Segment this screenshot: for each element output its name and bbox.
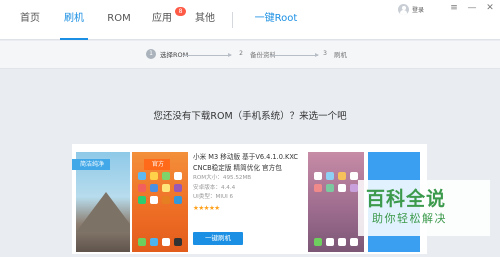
steps-bar: 1 选择ROM 2 备份资料 3 刷机: [0, 41, 500, 69]
tab-home-label: 首页: [20, 13, 40, 24]
app-icon: [350, 184, 358, 192]
tab-rom[interactable]: ROM: [104, 0, 134, 40]
avatar-icon: [398, 3, 409, 15]
app-icon: [338, 172, 346, 180]
app-icon-grid: [314, 172, 358, 192]
watermark-logo: 百科全说 助你轻松解决: [358, 180, 490, 236]
browser-icon: [338, 238, 346, 246]
pure-tag: 简洁纯净: [72, 159, 111, 170]
step-backup: 2 备份资料: [236, 49, 276, 59]
app-icon: [162, 196, 170, 204]
watermark-main-text: 百科全说: [366, 188, 447, 210]
rom-name: 小米 M3 移动版 基于V6.4.1.0.KXC: [193, 153, 298, 161]
app-icon: [174, 196, 182, 204]
rating-stars: ★★★★★: [193, 203, 220, 212]
one-click-root-link[interactable]: 一键Root: [246, 0, 306, 40]
phone-icon: [314, 238, 322, 246]
rom-preview-third[interactable]: [308, 152, 364, 252]
app-icon: [326, 172, 334, 180]
app-icon: [150, 172, 158, 180]
minimize-icon[interactable]: —: [465, 1, 479, 15]
phone-icon: [138, 238, 146, 246]
app-icon: [138, 184, 146, 192]
app-icon: [138, 196, 146, 204]
tab-apps-label: 应用: [152, 13, 172, 24]
top-nav: 首页 刷机 ROM 应用 8 其他 一键Root 登录 ≡ — ✕: [0, 0, 500, 40]
login-button[interactable]: 登录: [398, 2, 424, 16]
step-label: 刷机: [334, 51, 347, 59]
app-icon: [150, 184, 158, 192]
tab-other-label: 其他: [195, 13, 215, 24]
app-icon: [338, 184, 346, 192]
app-icon: [314, 184, 322, 192]
one-click-flash-button[interactable]: 一键刷机: [193, 232, 243, 245]
app-icon: [326, 184, 334, 192]
rom-description: CNCB稳定版 精简优化 官方包: [193, 164, 282, 172]
step-label: 选择ROM: [160, 51, 189, 59]
apps-badge: 8: [175, 7, 186, 16]
rom-size: ROM大小：495.52MB: [193, 175, 252, 181]
app-icon: [174, 172, 182, 180]
step-flash: 3 刷机: [320, 49, 347, 59]
ui-type: UI类型：MIUI 6: [193, 194, 234, 200]
active-tab-indicator: [60, 38, 88, 40]
menu-icon[interactable]: ≡: [447, 1, 461, 15]
tab-rom-label: ROM: [107, 13, 131, 24]
step-select-rom: 1 选择ROM: [146, 49, 188, 59]
app-icon: [150, 196, 158, 204]
step-number: 2: [239, 50, 243, 57]
app-icon: [162, 172, 170, 180]
android-version: 安卓版本：4.4.4: [193, 184, 236, 191]
app-icon: [174, 184, 182, 192]
watermark-sub-text: 助你轻松解决: [372, 212, 447, 225]
mountain-wallpaper-icon: [76, 192, 130, 232]
official-tag: 官方: [144, 159, 171, 170]
nav-divider: [232, 12, 233, 28]
app-icon-grid: [138, 172, 182, 204]
app-icon: [314, 172, 322, 180]
tab-other[interactable]: 其他: [190, 0, 220, 40]
step-number: 1: [146, 49, 156, 59]
close-icon[interactable]: ✕: [483, 1, 497, 15]
browser-icon: [162, 238, 170, 246]
dock-icons: [138, 238, 182, 246]
contacts-icon: [150, 238, 158, 246]
tab-flash[interactable]: 刷机: [58, 0, 90, 40]
tab-home[interactable]: 首页: [10, 0, 50, 40]
rom-info: 小米 M3 移动版 基于V6.4.1.0.KXC CNCB稳定版 精简优化 官方…: [193, 152, 305, 252]
step-arrow-icon: [183, 53, 232, 57]
app-icon: [162, 184, 170, 192]
step-arrow-icon: [270, 53, 319, 57]
step-label: 备份资料: [250, 51, 276, 59]
login-label: 登录: [412, 6, 425, 14]
app-icon: [350, 172, 358, 180]
camera-icon: [174, 238, 182, 246]
dock-icons: [314, 238, 358, 246]
root-label: 一键Root: [254, 13, 298, 24]
camera-icon: [350, 238, 358, 246]
page-question: 您还没有下载ROM（手机系统）？来选一个吧: [153, 111, 347, 122]
tab-apps[interactable]: 应用 8: [148, 0, 186, 40]
step-number: 3: [323, 50, 327, 57]
messages-icon: [326, 238, 334, 246]
app-icon: [138, 172, 146, 180]
tab-flash-label: 刷机: [64, 13, 84, 24]
